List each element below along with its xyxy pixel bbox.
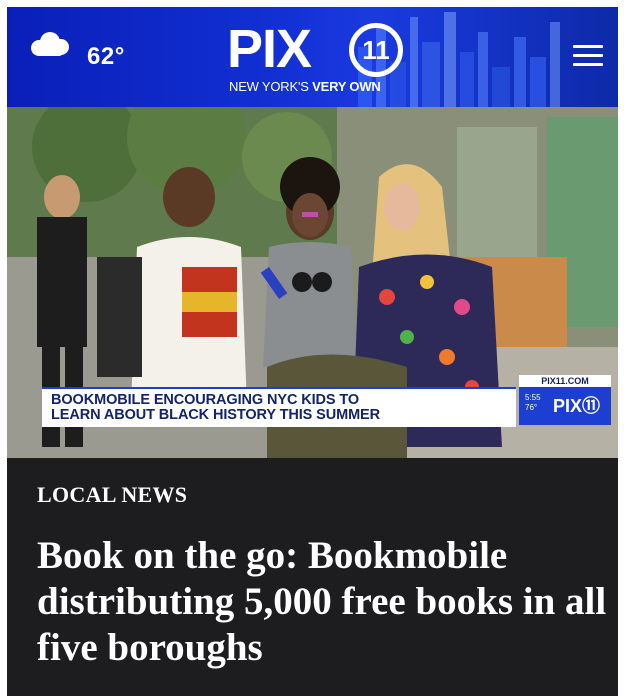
chyron: BOOKMOBILE ENCOURAGING NYC KIDS TO LEARN… <box>42 387 516 427</box>
station-bug: 5:55 76° PIX⑪ <box>519 387 611 425</box>
temperature-readout[interactable]: 62° <box>87 43 125 71</box>
tagline: NEW YORK'S VERY OWN <box>229 79 381 94</box>
bug-logo: PIX⑪ <box>553 396 601 416</box>
chyron-text: BOOKMOBILE ENCOURAGING NYC KIDS TO LEARN… <box>51 393 511 423</box>
logo-badge: 11 <box>349 23 403 77</box>
chyron-line-1: BOOKMOBILE ENCOURAGING NYC KIDS TO <box>51 392 360 408</box>
app-frame: 62° PIX 11 NEW YORK'S VERY OWN BOOKMOBIL… <box>7 7 618 696</box>
article-headline[interactable]: Book on the go: Bookmobile distributing … <box>37 533 612 671</box>
tagline-bold: VERY OWN <box>312 79 381 94</box>
bug-temp: 76° <box>525 403 538 412</box>
bug-time: 5:55 <box>525 393 541 402</box>
pix11-logo[interactable]: PIX 11 <box>227 19 417 79</box>
tagline-regular: NEW YORK'S <box>229 79 313 94</box>
site-header: 62° PIX 11 NEW YORK'S VERY OWN <box>7 7 618 107</box>
station-bug-clock: 5:55 76° <box>525 393 541 413</box>
logo-text: PIX <box>227 19 312 79</box>
cloud-icon <box>31 32 69 56</box>
chyron-line-2: LEARN ABOUT BLACK HISTORY THIS SUMMER <box>51 407 381 423</box>
station-bug-site: PIX11.COM <box>519 375 611 387</box>
hero-image[interactable]: BOOKMOBILE ENCOURAGING NYC KIDS TO LEARN… <box>7 107 618 458</box>
hamburger-menu-icon[interactable] <box>573 43 603 67</box>
section-label[interactable]: LOCAL NEWS <box>37 482 187 508</box>
